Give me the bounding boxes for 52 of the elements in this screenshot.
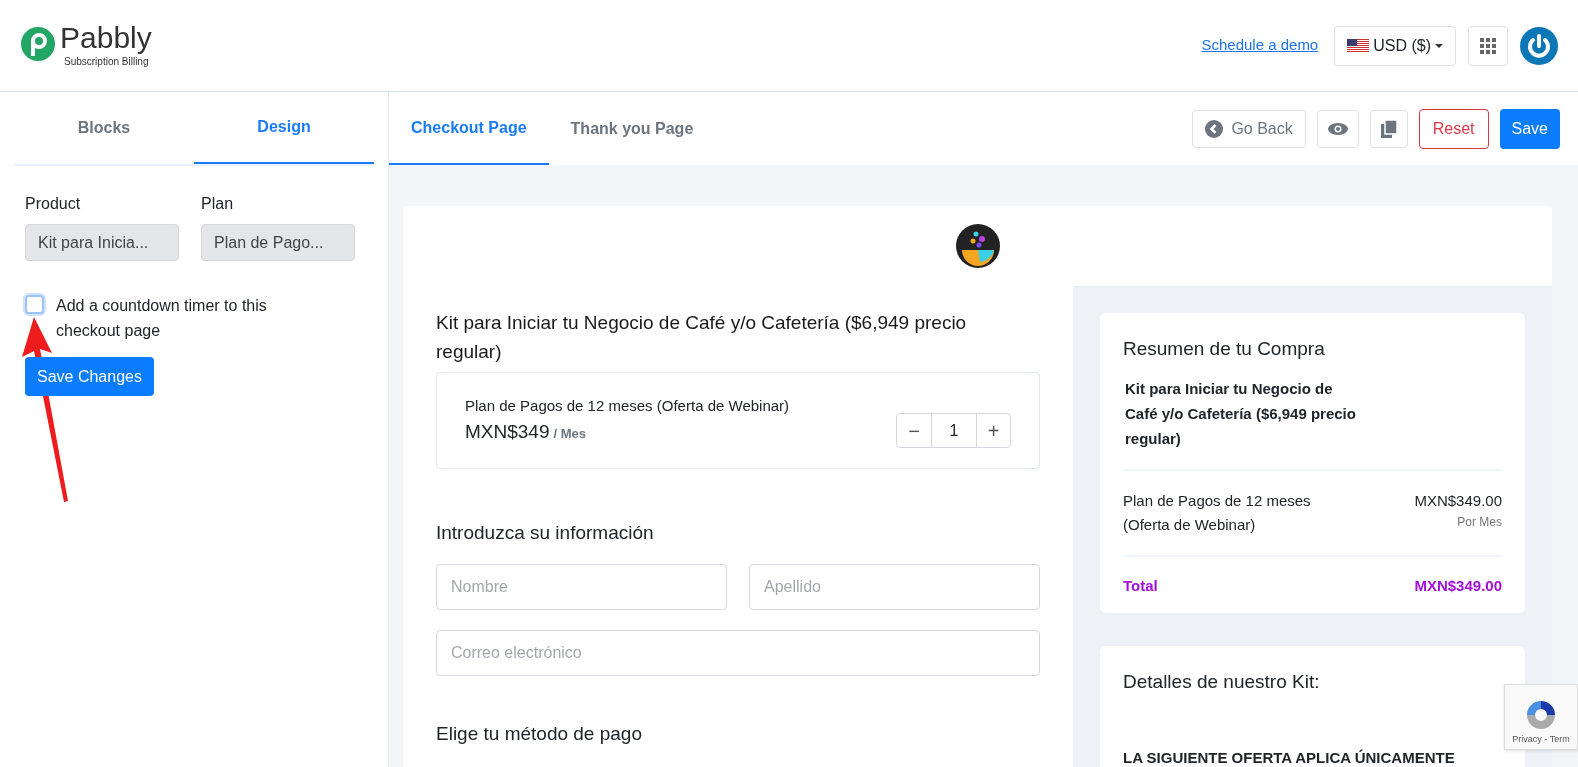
- details-title: Detalles de nuestro Kit:: [1123, 670, 1321, 694]
- summary-line-name: Plan de Pagos de 12 meses (Oferta de Webinar): [1123, 490, 1312, 535]
- eye-icon: [1327, 122, 1348, 135]
- copy-icon: [1380, 119, 1397, 138]
- plan-period: / Mes: [553, 424, 586, 443]
- apps-grid-button[interactable]: [1468, 25, 1508, 66]
- save-changes-button[interactable]: Save Changes: [25, 357, 154, 396]
- logo-icon: [20, 26, 56, 62]
- product-title: Kit para Iniciar tu Negocio de Café y/o Cafetería ($6,949 precio regular): [436, 311, 968, 364]
- flag-icon: [1347, 38, 1370, 53]
- text-input-field[interactable]: Apellido: [749, 563, 1040, 610]
- offer-text: LA SIGUIENTE OFERTA APLICA ÚNICAMENTE: [1123, 747, 1456, 767]
- summary-line-period: Por Mes: [1457, 513, 1502, 531]
- countdown-label: Add a countdown timer to this checkout page: [56, 296, 268, 341]
- increase-button[interactable]: +: [977, 414, 1010, 447]
- text-input-field[interactable]: Correo electrónico: [436, 629, 1040, 676]
- field-label: Plan: [201, 194, 235, 214]
- select-field[interactable]: Plan de Pago...: [201, 224, 355, 261]
- grid-icon: [1480, 37, 1496, 54]
- quantity-value[interactable]: 1: [931, 414, 977, 447]
- back-chevron-icon: [1205, 119, 1224, 138]
- caret-icon: [1435, 43, 1443, 48]
- countdown-checkbox[interactable]: [25, 295, 44, 314]
- editor-tab[interactable]: Thank you Page: [548, 92, 716, 165]
- go-back-button[interactable]: Go Back: [1192, 109, 1306, 148]
- summary-title: Resumen de tu Compra: [1123, 337, 1326, 361]
- copy-button[interactable]: [1369, 109, 1408, 148]
- payment-heading: Elige tu método de pago: [436, 721, 643, 746]
- recaptcha-text: Privacy - Term: [1512, 732, 1570, 746]
- sidebar-tab[interactable]: Design: [194, 92, 374, 164]
- summary-product: Kit para Iniciar tu Negocio de Café y/o Cafetería ($6,949 precio regular): [1125, 378, 1357, 449]
- plan-name: Plan de Pagos de 12 meses (Oferta de Webinar): [465, 396, 790, 416]
- plan-price: MXN$349: [465, 419, 550, 444]
- sidebar-tab[interactable]: Blocks: [14, 92, 194, 164]
- field-label: Product: [25, 194, 82, 214]
- save-button[interactable]: Save: [1499, 108, 1560, 149]
- schedule-demo-link[interactable]: Schedule a demo: [1201, 34, 1319, 57]
- preview-button[interactable]: [1316, 109, 1359, 148]
- info-heading: Introduzca su información: [436, 521, 655, 545]
- reset-button[interactable]: Reset: [1418, 108, 1489, 149]
- recaptcha-badge[interactable]: Privacy - Term: [1504, 684, 1578, 750]
- logo-name: Pabbly: [60, 22, 152, 54]
- select-field[interactable]: Kit para Inicia...: [25, 224, 179, 261]
- logo-tagline: Subscription Billing: [64, 55, 150, 69]
- summary-line-price: MXN$349.00: [1414, 490, 1502, 511]
- decrease-button[interactable]: −: [897, 414, 931, 447]
- cafe-logo-icon: [955, 224, 1000, 268]
- currency-dropdown[interactable]: USD ($): [1334, 25, 1456, 66]
- total-value: MXN$349.00: [1414, 575, 1502, 596]
- text-input-field[interactable]: Nombre: [436, 563, 727, 610]
- total-label: Total: [1123, 575, 1158, 596]
- power-icon[interactable]: [1520, 26, 1558, 65]
